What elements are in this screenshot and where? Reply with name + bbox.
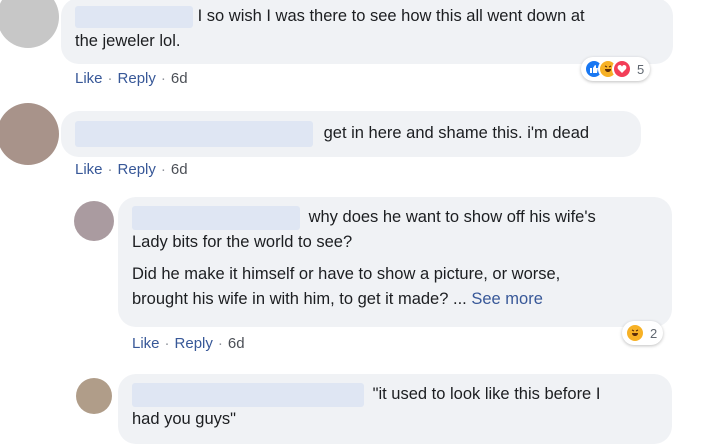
avatar[interactable]: [0, 103, 59, 165]
reply-actions: Like · Reply · 6d: [132, 335, 245, 352]
comment-text: I so wish I was there to see how this al…: [197, 7, 585, 25]
comment-text: the jeweler lol.: [75, 32, 181, 50]
reply-text: Lady bits for the world to see?: [132, 233, 353, 251]
like-button[interactable]: Like: [132, 335, 160, 352]
like-button[interactable]: Like: [75, 161, 103, 178]
reply-text: "it used to look like this before I: [372, 385, 601, 403]
comment-bubble: I so wish I was there to see how this al…: [61, 0, 673, 64]
comment-bubble: get in here and shame this. i'm dead: [61, 111, 641, 157]
timestamp[interactable]: 6d: [171, 70, 188, 87]
redacted-name: [132, 205, 300, 230]
reply-text: had you guys": [132, 410, 237, 428]
love-icon: [612, 59, 632, 79]
avatar[interactable]: [76, 378, 112, 414]
comment-actions: Like · Reply · 6d: [75, 70, 188, 87]
comment-actions: Like · Reply · 6d: [75, 161, 188, 178]
reply-text: why does he want to show off his wife's: [308, 208, 596, 226]
reply-bubble: why does he want to show off his wife's …: [118, 197, 672, 327]
reaction-count: 5: [637, 61, 645, 77]
reaction-summary[interactable]: 2: [622, 321, 664, 345]
redacted-name: [132, 382, 364, 407]
reaction-count: 2: [650, 325, 658, 341]
redacted-name: [75, 5, 193, 28]
redacted-name: [75, 121, 313, 147]
reaction-summary[interactable]: 5: [581, 57, 651, 81]
see-more-link[interactable]: See more: [471, 290, 543, 308]
avatar[interactable]: [0, 0, 59, 48]
reply-bubble: "it used to look like this before I had …: [118, 374, 672, 444]
reply-button[interactable]: Reply: [118, 70, 156, 87]
comment-text: get in here and shame this. i'm dead: [323, 124, 590, 143]
timestamp[interactable]: 6d: [228, 335, 245, 352]
haha-icon: [625, 323, 645, 343]
reply-text: brought his wife in with him, to get it …: [132, 290, 467, 308]
reply-text: Did he make it himself or have to show a…: [132, 265, 561, 283]
timestamp[interactable]: 6d: [171, 161, 188, 178]
reply-button[interactable]: Reply: [118, 161, 156, 178]
reply-button[interactable]: Reply: [175, 335, 213, 352]
like-button[interactable]: Like: [75, 70, 103, 87]
avatar[interactable]: [74, 201, 114, 241]
